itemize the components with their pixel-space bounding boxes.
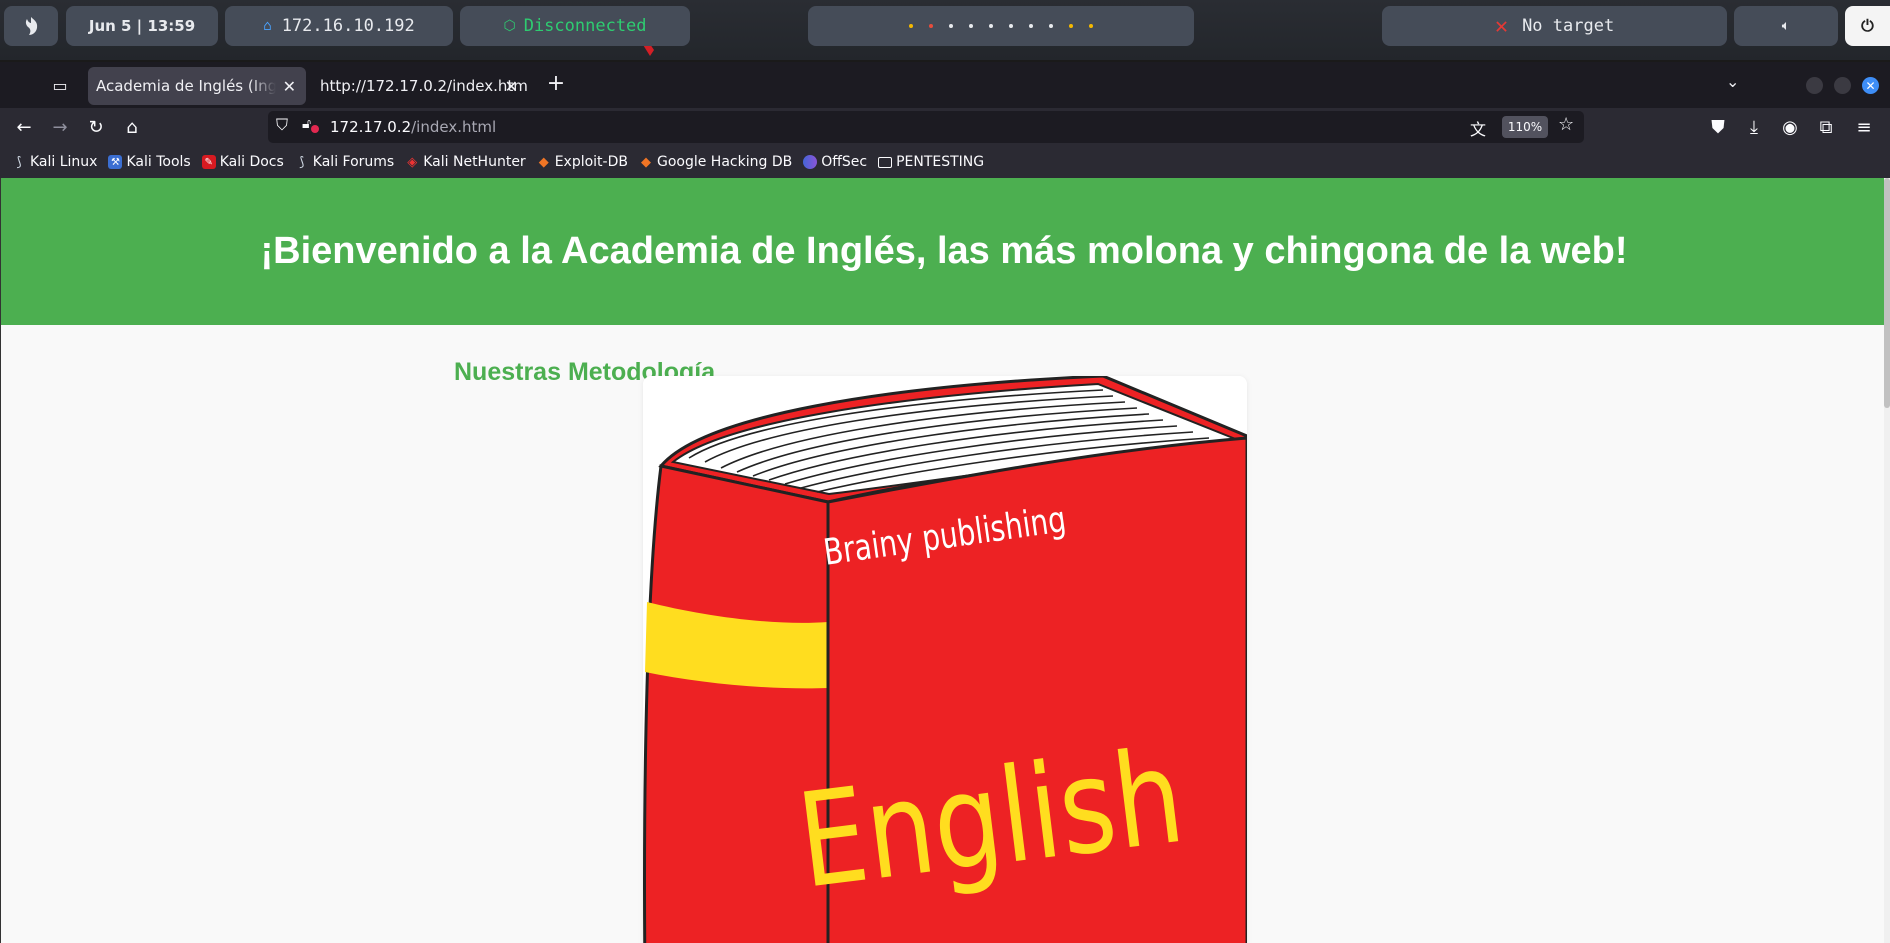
maximize-button[interactable] — [1834, 77, 1851, 94]
tab-bar: ▭ Academia de Inglés (Inglis A ✕ http://… — [0, 62, 1890, 108]
translate-icon[interactable]: 文 — [1470, 116, 1486, 140]
offsec-icon — [803, 155, 818, 169]
bookmark-kali-nethunter[interactable]: ◈ Kali NetHunter — [405, 154, 525, 170]
bookmark-label: Google Hacking DB — [656, 154, 793, 170]
ip-address: 172.16.10.192 — [281, 16, 415, 36]
bookmark-kali-linux[interactable]: ⟆ Kali Linux — [12, 154, 97, 170]
hero-header: ¡Bienvenido a la Academia de Inglés, las… — [1, 178, 1887, 325]
tab-groups-icon[interactable]: ▭ — [48, 74, 72, 96]
bookmark-label: Kali Tools — [126, 154, 191, 170]
network-icon: ⌂ — [263, 18, 272, 34]
exploit-db-icon: ◆ — [640, 154, 651, 170]
tab-index[interactable]: http://172.17.0.2/index.html ✕ — [312, 67, 528, 105]
nethunter-icon: ◈ — [407, 154, 418, 170]
workspace-dot[interactable] — [929, 24, 933, 28]
desktop-panel: Jun 5 | 13:59 ⌂ 172.16.10.192 ⬡ Disconne… — [0, 0, 1890, 60]
bookmark-star-icon[interactable]: ☆ — [1558, 114, 1574, 135]
download-icon[interactable]: ⤓ — [1740, 114, 1768, 140]
bookmark-label: Kali Docs — [219, 154, 284, 170]
ip-address-widget[interactable]: ⌂ 172.16.10.192 — [225, 6, 453, 46]
page-title: ¡Bienvenido a la Academia de Inglés, las… — [260, 230, 1628, 272]
kali-tools-icon: ⚒ — [108, 155, 123, 169]
bookmark-label: Exploit-DB — [554, 154, 628, 170]
workspace-dot[interactable] — [1009, 24, 1013, 28]
power-icon: ⏻ — [1861, 16, 1874, 35]
tab-academia[interactable]: Academia de Inglés (Inglis A ✕ — [88, 67, 306, 105]
close-tab-icon[interactable]: ✕ — [283, 77, 296, 96]
home-button[interactable]: ⌂ — [118, 114, 146, 140]
workspace-switcher[interactable] — [808, 6, 1194, 46]
account-icon[interactable]: ◉ — [1776, 114, 1804, 140]
scrollbar[interactable] — [1884, 178, 1890, 943]
close-icon: ✕ — [1494, 13, 1509, 39]
bookmark-label: Kali Linux — [30, 154, 98, 170]
bookmark-label: Kali Forums — [312, 154, 395, 170]
back-button[interactable]: ← — [10, 114, 38, 140]
page-viewport[interactable]: ¡Bienvenido a la Academia de Inglés, las… — [0, 178, 1890, 943]
exploit-db-icon: ◆ — [538, 154, 549, 170]
tab-title: Academia de Inglés (Inglis A — [96, 77, 276, 95]
window-close-button[interactable]: ✕ — [1862, 77, 1879, 94]
vpn-status-widget[interactable]: ⬡ Disconnected — [460, 6, 690, 46]
speaker-icon: 🔈︎ — [1781, 18, 1791, 34]
bookmark-exploit-db[interactable]: ◆ Exploit-DB — [537, 154, 628, 170]
clock[interactable]: Jun 5 | 13:59 — [66, 6, 218, 46]
url-text[interactable]: 172.17.0.2/index.html — [330, 118, 496, 136]
workspace-dot[interactable] — [1049, 24, 1053, 28]
bookmark-kali-forums[interactable]: ⟆ Kali Forums — [295, 154, 394, 170]
folder-icon — [878, 156, 893, 168]
forward-button[interactable]: → — [46, 114, 74, 140]
bookmark-kali-tools[interactable]: ⚒ Kali Tools — [108, 154, 191, 170]
volume-button[interactable]: 🔈︎ — [1734, 6, 1838, 46]
menu-icon[interactable]: ≡ — [1850, 114, 1878, 140]
power-button[interactable]: ⏻ — [1845, 6, 1890, 46]
scrollbar-thumb[interactable] — [1884, 178, 1890, 408]
tab-title: http://172.17.0.2/index.html — [320, 77, 528, 95]
bookmark-label: OffSec — [821, 154, 868, 170]
vpn-icon: ⬡ — [503, 18, 516, 34]
extensions-icon[interactable]: ⧉ — [1812, 114, 1840, 140]
bookmark-folder-pentesting[interactable]: PENTESTING — [878, 154, 984, 170]
minimize-button[interactable] — [1806, 77, 1823, 94]
kali-icon: ⟆ — [16, 154, 22, 170]
workspace-dot[interactable] — [989, 24, 993, 28]
english-book-illustration: Brainy publishing English — [643, 376, 1247, 943]
workspace-dot[interactable] — [949, 24, 953, 28]
workspace-dot[interactable] — [969, 24, 973, 28]
bookmark-label: PENTESTING — [896, 154, 985, 170]
new-tab-button[interactable]: + — [544, 71, 568, 96]
insecure-lock-icon[interactable]: 🔓︎ — [302, 116, 319, 133]
pocket-icon[interactable]: ⛊ — [1704, 114, 1732, 140]
zoom-level[interactable]: 110% — [1502, 116, 1548, 138]
app-launcher-button[interactable] — [4, 6, 58, 46]
screen: Jun 5 | 13:59 ⌂ 172.16.10.192 ⬡ Disconne… — [0, 0, 1890, 943]
kali-icon: ⟆ — [299, 154, 305, 170]
workspace-dot[interactable] — [1089, 24, 1093, 28]
browser-window: ▭ Academia de Inglés (Inglis A ✕ http://… — [0, 62, 1890, 943]
close-tab-icon[interactable]: ✕ — [505, 77, 518, 96]
shield-icon[interactable]: ⛉ — [276, 115, 288, 135]
target-widget[interactable]: ✕ No target — [1382, 6, 1727, 46]
vpn-status: Disconnected — [523, 16, 647, 36]
bookmarks-toolbar: ⟆ Kali Linux ⚒ Kali Tools ✎ Kali Docs ⟆ Kali… — [0, 146, 1890, 178]
target-status: No target — [1522, 16, 1615, 36]
workspace-dot[interactable] — [1029, 24, 1033, 28]
book-image: Brainy publishing English — [643, 376, 1247, 943]
chevron-down-icon[interactable]: ⌄ — [1726, 72, 1739, 91]
bookmark-offsec[interactable]: OffSec — [803, 154, 867, 170]
kali-dragon-icon — [25, 17, 38, 35]
workspace-dot[interactable] — [909, 24, 913, 28]
url-bar[interactable]: ⛉ 🔓︎ 172.17.0.2/index.html 文 110% ☆ — [268, 111, 1584, 143]
workspace-dot[interactable] — [1069, 24, 1073, 28]
navigation-toolbar: ← → ↻ ⌂ ⛉ 🔓︎ 172.17.0.2/index.html 文 110… — [0, 108, 1890, 146]
bookmark-label: Kali NetHunter — [423, 154, 526, 170]
bookmark-kali-docs[interactable]: ✎ Kali Docs — [201, 154, 284, 170]
kali-docs-icon: ✎ — [201, 155, 216, 169]
reload-button[interactable]: ↻ — [82, 114, 110, 140]
bookmark-google-hacking-db[interactable]: ◆ Google Hacking DB — [639, 154, 792, 170]
